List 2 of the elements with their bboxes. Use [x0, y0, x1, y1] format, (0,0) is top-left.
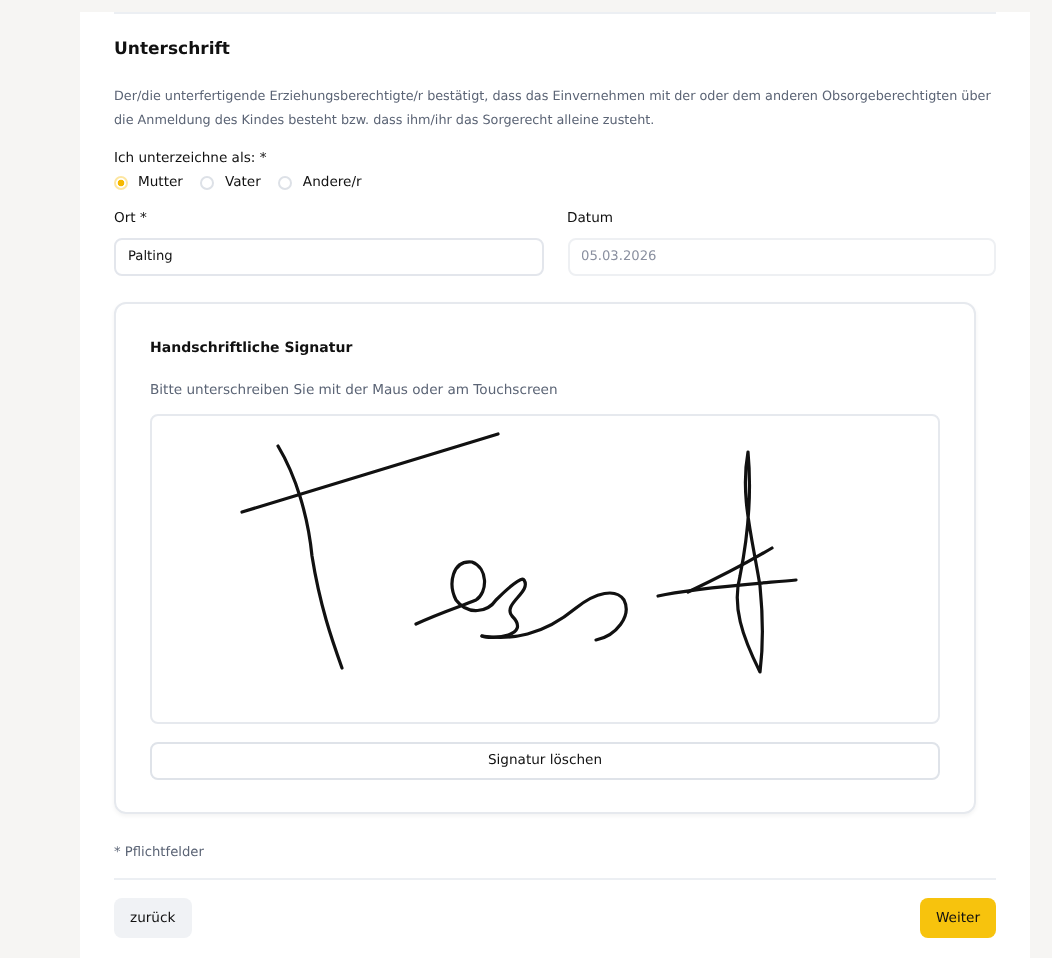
- signature-pad[interactable]: [150, 413, 940, 723]
- section-title: Unterschrift: [114, 40, 232, 60]
